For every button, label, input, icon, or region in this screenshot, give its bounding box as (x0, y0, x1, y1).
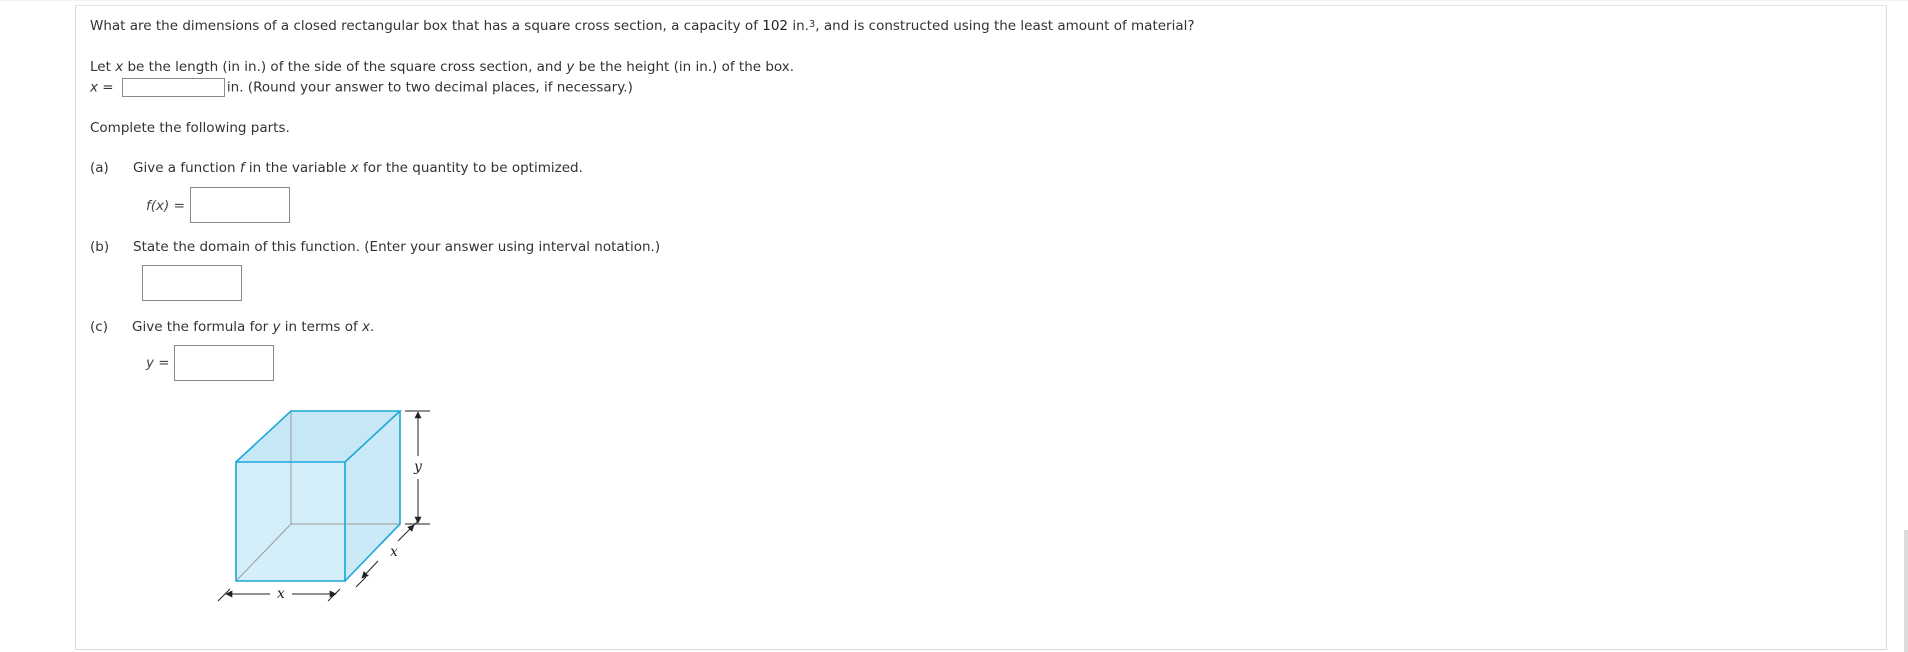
domain-answer-input[interactable] (142, 265, 242, 301)
variable-definition: Let x be the length (in in.) of the side… (90, 58, 794, 76)
part-b-label: (b) (90, 239, 110, 255)
fx-label: f(x) = (146, 197, 185, 215)
let-text-2: be the length (in in.) of the side of th… (123, 59, 567, 75)
part-a-text-1: Give a function (133, 160, 240, 176)
var-x: x (115, 59, 124, 75)
question-text: What are the dimensions of a closed rect… (90, 17, 1195, 37)
part-c-label: (c) (90, 319, 108, 335)
part-a-text-2: in the variable (244, 160, 351, 176)
x-answer-row: x = in. (Round your answer to two decima… (90, 78, 633, 97)
y-answer-input[interactable] (174, 345, 274, 381)
x-equals: = (98, 79, 118, 96)
x-answer-input[interactable] (121, 78, 225, 97)
part-c-prompt: Give the formula for y in terms of x. (132, 318, 374, 336)
scrollbar[interactable] (1904, 530, 1908, 652)
instructions-text: Complete the following parts. (90, 120, 290, 136)
part-c-text-2: in terms of (280, 319, 363, 335)
part-a-x: x (350, 160, 359, 176)
question-text-end: , and is constructed using the least amo… (815, 18, 1195, 34)
part-a-label: (a) (90, 160, 109, 176)
capacity-value: 102 (762, 18, 789, 34)
part-c-x: x (362, 319, 371, 335)
top-divider (0, 0, 1908, 1)
part-a-text-3: for the quantity to be optimized. (358, 160, 583, 176)
y-label-text: y = (146, 355, 170, 371)
fx-answer-input[interactable] (190, 187, 290, 223)
fx-label-text: f(x) = (146, 198, 185, 214)
part-c-text-3: . (370, 319, 375, 335)
let-text-1: Let (90, 59, 116, 75)
question-text-start: What are the dimensions of a closed rect… (90, 18, 763, 34)
part-b-prompt: State the domain of this function. (Ente… (133, 239, 661, 255)
capacity-unit: in. (792, 18, 809, 34)
part-a-prompt: Give a function f in the variable x for … (133, 159, 583, 177)
part-c-text-1: Give the formula for (132, 319, 273, 335)
x-answer-hint: in. (Round your answer to two decimal pl… (226, 79, 633, 96)
x-answer-label: x (90, 79, 98, 96)
let-text-3: be the height (in in.) of the box. (574, 59, 795, 75)
y-label: y = (146, 354, 170, 372)
unit-exponent: 3 (808, 19, 816, 30)
